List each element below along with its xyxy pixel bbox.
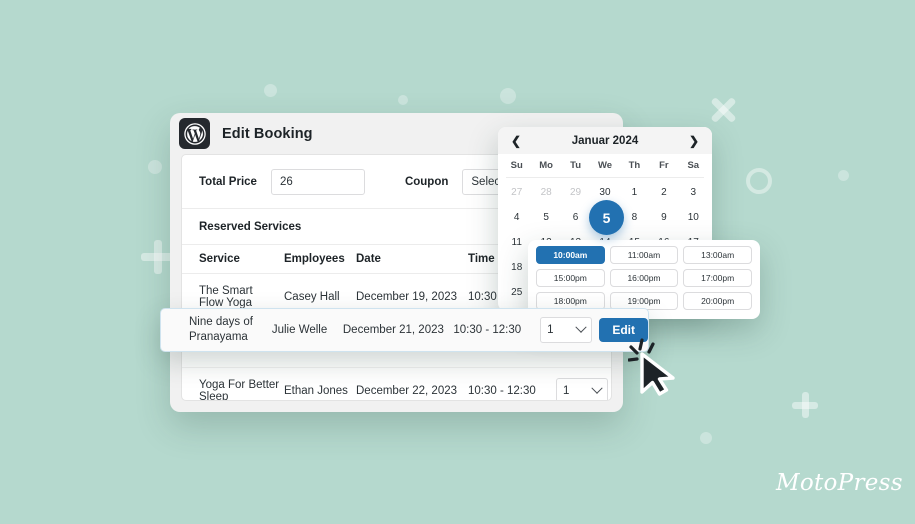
decor-plus	[792, 392, 818, 418]
cell-time: 10:30 - 12:30	[453, 324, 522, 336]
calendar-day[interactable]: 2	[649, 180, 678, 205]
chevron-down-icon	[591, 382, 603, 395]
column-header-date: Date	[356, 244, 468, 274]
time-slot[interactable]: 10:00am	[536, 246, 605, 264]
calendar-divider	[506, 177, 704, 178]
cell-date: December 21, 2023	[342, 324, 444, 336]
time-slot[interactable]: 13:00am	[683, 246, 752, 264]
time-slot[interactable]: 20:00pm	[683, 292, 752, 310]
cell-date: December 22, 2023	[356, 367, 468, 400]
calendar-dow: We	[597, 159, 613, 171]
calendar-day[interactable]: 18	[502, 255, 531, 280]
wordpress-icon	[179, 118, 210, 149]
calendar-day[interactable]: 1	[620, 180, 649, 205]
chevron-right-icon[interactable]: ❯	[688, 135, 700, 147]
calendar-day[interactable]: 27	[502, 180, 531, 205]
highlighted-service-row[interactable]: Nine days of Pranayama Julie Welle Decem…	[160, 308, 649, 352]
decor-dot	[264, 84, 277, 97]
time-slot[interactable]: 16:00pm	[609, 269, 679, 287]
time-slot[interactable]: 17:00pm	[683, 269, 752, 287]
chevron-down-icon	[575, 321, 587, 333]
total-price-input[interactable]: 26	[270, 168, 365, 195]
motopress-watermark: MotoPress	[776, 470, 903, 496]
decor-dot	[500, 88, 516, 104]
quantity-value: 1	[547, 324, 554, 336]
time-slot[interactable]: 11:00am	[609, 246, 679, 264]
cell-quantity: 1	[540, 317, 599, 343]
column-header-employees: Employees	[284, 244, 356, 274]
calendar-dow: Th	[628, 159, 641, 171]
calendar-header: ❮ Januar 2024 ❯	[498, 127, 712, 154]
calendar-dow: Mo	[539, 159, 553, 171]
cell-service: Nine days of Pranayama	[189, 316, 253, 343]
decor-dot	[838, 170, 849, 181]
calendar-dow: Tu	[570, 159, 582, 171]
quantity-select[interactable]: 1	[556, 378, 608, 400]
selected-day-badge[interactable]: 5	[589, 200, 624, 235]
cell-time: 10:30 - 12:30	[468, 367, 556, 400]
decor-x	[708, 95, 738, 125]
cell-employee: Julie Welle	[271, 324, 328, 336]
cell-quantity: 1	[556, 367, 611, 400]
page-title: Edit Booking	[222, 125, 313, 142]
calendar-dow: Su	[510, 159, 523, 171]
calendar-day[interactable]: 5	[531, 205, 560, 230]
calendar-dow: Sa	[687, 159, 700, 171]
calendar-dow: Fr	[659, 159, 669, 171]
table-row[interactable]: Yoga For Better Sleep Ethan Jones Decemb…	[182, 367, 611, 400]
calendar-day[interactable]: 6	[561, 205, 590, 230]
total-price-label: Total Price	[199, 175, 257, 188]
calendar-day[interactable]: 9	[649, 205, 678, 230]
calendar-day[interactable]: 25	[502, 280, 531, 305]
column-header-service: Service	[182, 244, 284, 274]
decor-ring	[746, 168, 772, 194]
calendar-day[interactable]: 4	[502, 205, 531, 230]
calendar-day[interactable]: 29	[561, 180, 590, 205]
cell-employee: Ethan Jones	[284, 367, 356, 400]
calendar-day[interactable]: 28	[531, 180, 560, 205]
calendar-day[interactable]: 10	[679, 205, 708, 230]
time-slot[interactable]: 15:00pm	[536, 269, 605, 287]
calendar-day[interactable]: 11	[502, 230, 531, 255]
mouse-pointer-icon	[628, 338, 684, 396]
cell-service: Yoga For Better Sleep	[182, 367, 284, 400]
quantity-select[interactable]: 1	[540, 317, 593, 343]
calendar-day[interactable]: 8	[620, 205, 649, 230]
chevron-left-icon[interactable]: ❮	[510, 135, 522, 147]
calendar-month-title: Januar 2024	[571, 134, 639, 147]
decor-dot	[700, 432, 712, 444]
coupon-label: Coupon	[404, 175, 449, 188]
calendar-day[interactable]: 3	[679, 180, 708, 205]
decor-dot	[148, 160, 162, 174]
decor-dot	[398, 95, 408, 105]
quantity-value: 1	[563, 385, 570, 398]
